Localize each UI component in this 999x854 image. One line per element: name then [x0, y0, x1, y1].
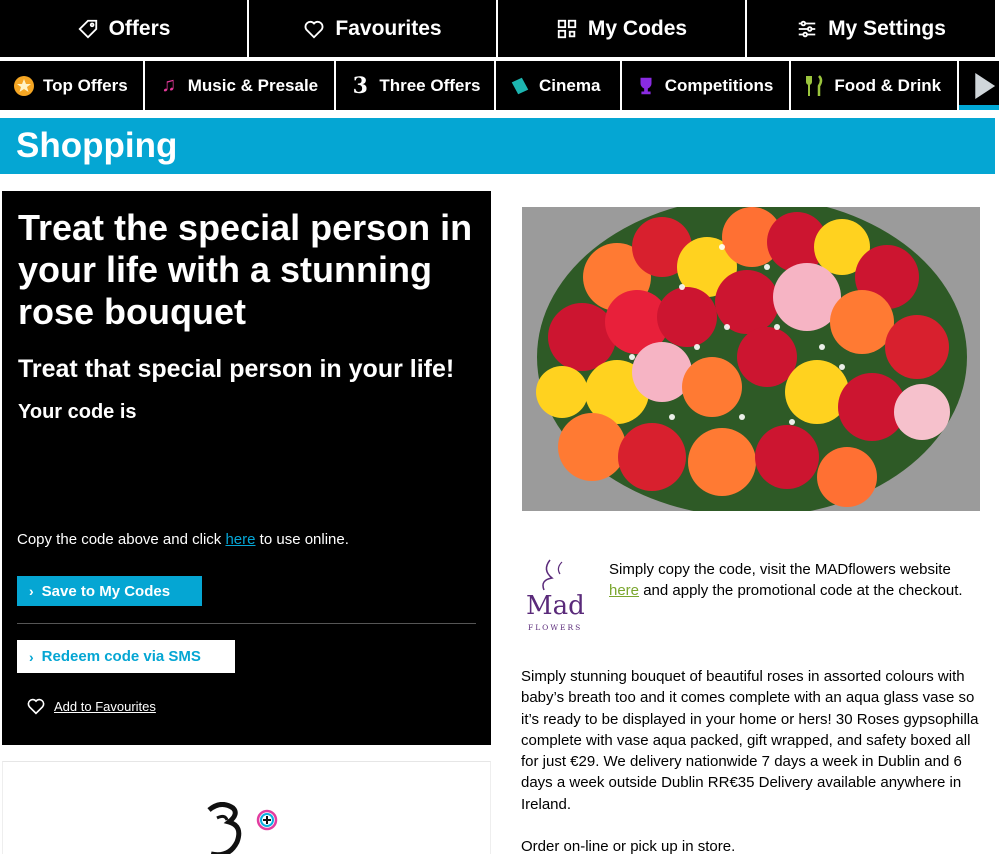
code-label: Your code is	[18, 401, 137, 423]
brand-logo-card	[2, 761, 491, 854]
tab-my-settings[interactable]: My Settings	[747, 0, 995, 57]
category-scroll-right-button[interactable]	[959, 61, 999, 110]
offer-headline: Treat the special person in your life wi…	[18, 207, 473, 332]
madflowers-logo: Mad FLOWERS	[522, 556, 592, 634]
category-bar: Top Offers ♫ Music & Presale 3 Three Off…	[0, 61, 999, 110]
add-to-favourites-link[interactable]: Add to Favourites	[26, 697, 156, 715]
heart-icon	[304, 20, 324, 39]
divider	[17, 623, 476, 624]
category-food-drink[interactable]: Food & Drink	[791, 61, 958, 110]
chevron-right-icon: ›	[29, 648, 34, 665]
star-badge-icon	[12, 74, 36, 98]
ticket-icon	[508, 74, 532, 98]
top-nav: Offers Favourites My Codes My Settings	[0, 0, 999, 58]
heart-icon	[27, 698, 45, 715]
product-image	[522, 207, 980, 511]
order-text: Order on-line or pick up in store.	[521, 838, 736, 854]
save-to-my-codes-button[interactable]: › Save to My Codes	[17, 576, 202, 606]
sliders-icon	[798, 20, 816, 37]
category-cinema[interactable]: Cinema	[496, 61, 620, 110]
chevron-right-icon	[975, 73, 996, 99]
cutlery-icon	[803, 74, 827, 98]
chevron-right-icon: ›	[29, 583, 34, 599]
madflowers-logo-text: Mad	[526, 591, 585, 621]
category-competitions[interactable]: Competitions	[621, 61, 790, 110]
offer-subheadline: Treat that special person in your life!	[18, 355, 455, 383]
qr-code-icon	[557, 19, 577, 38]
three-logo-icon	[207, 802, 278, 854]
tab-offers[interactable]: Offers	[0, 0, 247, 57]
redeem-via-sms-button[interactable]: › Redeem code via SMS	[17, 640, 235, 673]
tag-icon	[78, 19, 97, 39]
offer-card: Treat the special person in your life wi…	[2, 191, 491, 745]
madflowers-logo-subtext: FLOWERS	[528, 623, 582, 632]
section-title: Shopping	[0, 118, 995, 174]
offer-description: Simply stunning bouquet of beautiful ros…	[521, 668, 979, 813]
category-three-offers[interactable]: 3 Three Offers	[336, 61, 495, 110]
copy-instructions: Copy the code above and click here to us…	[17, 531, 349, 548]
merchant-website-link[interactable]: here	[609, 582, 639, 599]
active-indicator	[959, 105, 999, 110]
three-logo-icon: 3	[352, 72, 368, 99]
category-top-offers[interactable]: Top Offers	[0, 61, 143, 110]
merchant-instructions: Simply copy the code, visit the MADflowe…	[609, 561, 963, 599]
trophy-icon	[634, 74, 658, 98]
tab-favourites[interactable]: Favourites	[249, 0, 496, 57]
tab-my-codes[interactable]: My Codes	[498, 0, 745, 57]
category-music-presale[interactable]: ♫ Music & Presale	[144, 61, 335, 110]
music-note-icon: ♫	[161, 74, 177, 96]
online-link[interactable]: here	[225, 531, 255, 548]
